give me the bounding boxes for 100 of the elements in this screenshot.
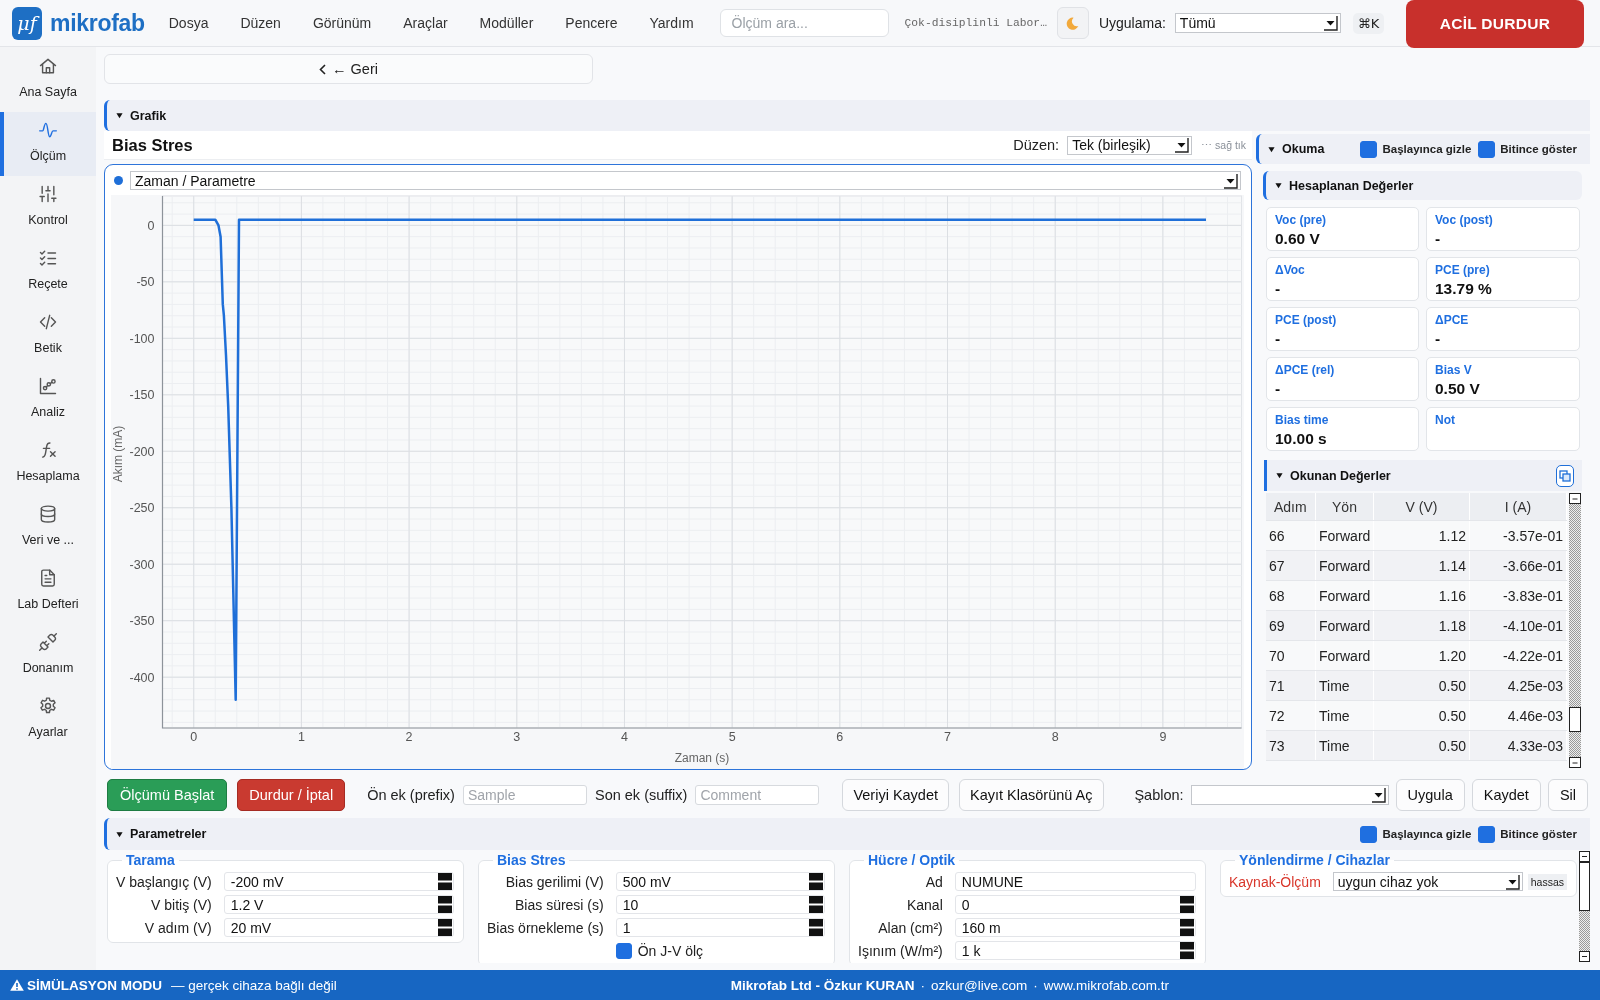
- device-select[interactable]: uygun cihaz yok: [1332, 872, 1523, 891]
- template-button[interactable]: Kaydet: [1471, 779, 1541, 811]
- sidebar-item[interactable]: Ana Sayfa: [0, 48, 96, 112]
- stepper-icon[interactable]: [437, 895, 453, 914]
- caret-icon[interactable]: [116, 112, 123, 119]
- stepper-icon[interactable]: [1179, 941, 1195, 960]
- input-field[interactable]: 160 m: [954, 918, 1196, 937]
- input-field[interactable]: Sample: [462, 785, 587, 805]
- menu-item[interactable]: Pencere: [549, 11, 634, 35]
- sidebar-item[interactable]: Analiz: [0, 368, 96, 432]
- dropdown-arrow-icon: [1174, 137, 1190, 153]
- table-cell: 1.16: [1374, 581, 1470, 610]
- sidebar-item[interactable]: Reçete: [0, 240, 96, 304]
- menu-item[interactable]: Dosya: [152, 11, 225, 35]
- table-cell: 1.12: [1374, 521, 1470, 550]
- series-select[interactable]: Zaman / Parametre: [130, 171, 1241, 190]
- table-cell: 1.20: [1374, 641, 1470, 670]
- sidebar-item[interactable]: Ölçüm: [0, 112, 96, 176]
- axis-title: Zaman (s): [674, 751, 730, 765]
- table-cell: Time: [1316, 731, 1374, 760]
- theme-toggle-button[interactable]: [1056, 7, 1089, 39]
- stepper-icon[interactable]: [1179, 918, 1195, 937]
- checkbox[interactable]: [1360, 140, 1378, 158]
- table-cell: 68: [1266, 581, 1316, 610]
- metric-value: -: [1275, 280, 1282, 298]
- stop-button[interactable]: Durdur / İptal: [237, 779, 346, 811]
- field-label: Alan (cm²): [878, 919, 943, 936]
- axis-tick-label: 8: [1051, 730, 1059, 744]
- search-field[interactable]: Ölçüm ara...: [719, 9, 889, 37]
- code-icon: [38, 312, 58, 332]
- input-field[interactable]: Comment: [695, 785, 820, 805]
- caret-icon[interactable]: [1268, 145, 1275, 153]
- table-cell: 67: [1266, 551, 1316, 580]
- warning-icon: [10, 979, 24, 991]
- stepper-icon[interactable]: [437, 872, 453, 891]
- input-field[interactable]: 20 mV: [223, 918, 454, 937]
- shortcut-hint: ⌘K: [1352, 12, 1385, 34]
- caret-icon[interactable]: [1275, 182, 1282, 189]
- menu-item[interactable]: Düzen: [224, 11, 297, 35]
- back-button[interactable]: ← Geri: [104, 54, 593, 84]
- field-label: Şablon:: [1134, 787, 1184, 803]
- input-field[interactable]: 10: [615, 895, 825, 914]
- workspace-name: Çok-disiplinli Labor…: [904, 17, 1047, 29]
- menu-item[interactable]: Araçlar: [387, 11, 464, 35]
- chevron-left-icon: [319, 63, 327, 75]
- sidebar-item[interactable]: Kontrol: [0, 176, 96, 240]
- caret-icon[interactable]: [116, 830, 123, 838]
- metric-label: Voc (pre): [1275, 213, 1328, 227]
- layout-select[interactable]: Tek (birleşik): [1067, 135, 1193, 155]
- input-field[interactable]: 0: [954, 895, 1196, 914]
- table-cell: 4.25e-03: [1470, 671, 1567, 700]
- sidebar-item[interactable]: Betik: [0, 304, 96, 368]
- scrollbar[interactable]: [1569, 493, 1581, 768]
- input-field[interactable]: NUMUNE: [954, 872, 1196, 891]
- checkbox-label: Başlayınca gizle: [1382, 828, 1472, 840]
- footer-link[interactable]: ozkur@live.com: [931, 977, 1028, 993]
- input-field[interactable]: 1.2 V: [223, 895, 454, 914]
- table-cell: Forward: [1316, 521, 1374, 550]
- caret-icon[interactable]: [1276, 472, 1283, 479]
- metric-label: ΔPCE: [1435, 313, 1470, 327]
- menu-item[interactable]: Yardım: [633, 11, 710, 35]
- input-field[interactable]: 500 mV: [615, 872, 825, 891]
- checkbox[interactable]: [1478, 825, 1496, 843]
- scrollbar[interactable]: [1579, 851, 1590, 962]
- save-data-button[interactable]: Veriyi Kaydet: [842, 779, 950, 811]
- metric-value: 10.00 s: [1275, 430, 1328, 448]
- stepper-icon[interactable]: [808, 895, 824, 914]
- scatter-chart-icon: [38, 376, 58, 396]
- sidebar-item[interactable]: Ayarlar: [0, 688, 96, 752]
- section-title: Hesaplanan Değerler: [1289, 178, 1414, 193]
- stepper-icon[interactable]: [437, 918, 453, 937]
- menu-item[interactable]: Modüller: [463, 11, 550, 35]
- copy-button[interactable]: [1556, 464, 1574, 487]
- template-button[interactable]: Sil: [1547, 779, 1588, 811]
- input-field[interactable]: -200 mV: [223, 872, 454, 891]
- metric-label: PCE (post): [1275, 313, 1338, 327]
- stepper-icon[interactable]: [1179, 895, 1195, 914]
- template-button[interactable]: Uygula: [1395, 779, 1465, 811]
- plot-title: Bias Stres: [112, 135, 193, 155]
- footer-link[interactable]: www.mikrofab.com.tr: [1043, 977, 1169, 993]
- input-field[interactable]: 1 k: [954, 941, 1196, 960]
- checkbox[interactable]: [1360, 825, 1378, 843]
- open-folder-button[interactable]: Kayıt Klasörünü Aç: [959, 779, 1104, 811]
- stepper-icon[interactable]: [808, 918, 824, 937]
- moon-icon: [1066, 16, 1080, 30]
- table-cell: -4.22e-01: [1470, 641, 1567, 670]
- sidebar-item[interactable]: Hesaplama: [0, 432, 96, 496]
- stepper-icon[interactable]: [808, 872, 824, 891]
- sliders-icon: [38, 184, 58, 204]
- menu-item[interactable]: Görünüm: [296, 11, 388, 35]
- application-select[interactable]: Tümü: [1174, 13, 1341, 33]
- checkbox[interactable]: [615, 942, 632, 959]
- emergency-stop-button[interactable]: ACİL DURDUR: [1406, 0, 1584, 48]
- input-field[interactable]: 1: [615, 918, 825, 937]
- checkbox-label: Başlayınca gizle: [1382, 143, 1472, 155]
- sidebar-item[interactable]: Donanım: [0, 624, 96, 688]
- sidebar-item[interactable]: Lab Defteri: [0, 560, 96, 624]
- checkbox[interactable]: [1478, 140, 1496, 158]
- field-label: Kaynak-Ölçüm: [1229, 873, 1321, 890]
- sidebar-item[interactable]: Veri ve ...: [0, 496, 96, 560]
